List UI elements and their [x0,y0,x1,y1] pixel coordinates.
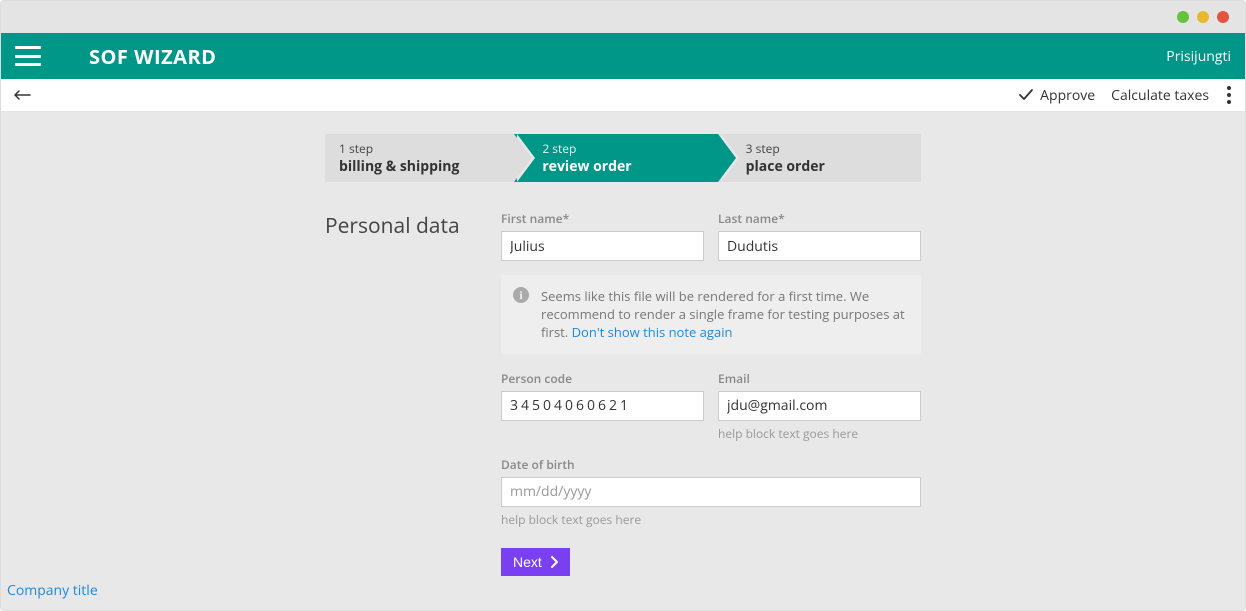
last-name-input[interactable] [718,231,921,261]
info-icon: i [513,287,529,303]
approve-button[interactable]: Approve [1018,86,1095,105]
content-area: 1 step billing & shipping 2 step review … [1,112,1245,610]
step-label: billing & shipping [339,157,504,176]
section-title: Personal data [325,210,477,576]
info-note: i Seems like this file will be rendered … [501,275,921,354]
app-header: SOF WIZARD Prisijungti [1,33,1245,79]
email-field: Email help block text goes here [718,370,921,442]
next-button-label: Next [513,554,542,570]
more-vert-icon[interactable] [1225,86,1233,104]
dob-label: Date of birth [501,456,921,473]
window-maximize-dot[interactable] [1197,11,1209,23]
dismiss-note-link[interactable]: Don't show this note again [572,323,733,341]
dob-field: Date of birth help block text goes here [501,456,921,528]
step-review-order[interactable]: 2 step review order [514,134,717,182]
step-label: review order [542,157,707,176]
window-chrome [1,1,1245,33]
toolbar: Approve Calculate taxes [1,79,1245,112]
back-arrow-icon[interactable] [13,84,31,106]
login-link[interactable]: Prisijungti [1166,47,1231,66]
form-fields: First name* Last name* i Seems like this… [501,210,921,576]
approve-label: Approve [1040,86,1095,105]
first-name-label: First name* [501,210,704,227]
app-title: SOF WIZARD [89,43,216,70]
person-code-label: Person code [501,370,704,387]
calculate-taxes-button[interactable]: Calculate taxes [1111,86,1209,105]
check-icon [1018,88,1034,102]
first-name-field: First name* [501,210,704,261]
window-minimize-dot[interactable] [1177,11,1189,23]
first-name-input[interactable] [501,231,704,261]
step-label: place order [746,157,911,176]
wizard-steps: 1 step billing & shipping 2 step review … [325,134,921,182]
email-label: Email [718,370,921,387]
step-billing-shipping[interactable]: 1 step billing & shipping [325,134,514,182]
next-button[interactable]: Next [501,548,570,576]
company-link[interactable]: Company title [7,581,98,600]
chevron-right-icon [546,554,562,570]
step-place-order[interactable]: 3 step place order [718,134,921,182]
dob-input[interactable] [501,477,921,507]
hamburger-menu-icon[interactable] [15,46,41,66]
last-name-field: Last name* [718,210,921,261]
form-section: Personal data First name* Last name* i S… [325,210,921,576]
window-close-dot[interactable] [1217,11,1229,23]
step-caption: 1 step [339,140,504,157]
person-code-input[interactable] [501,391,704,421]
email-input[interactable] [718,391,921,421]
window-controls [1177,11,1229,23]
email-help-text: help block text goes here [718,425,921,442]
dob-help-text: help block text goes here [501,511,921,528]
person-code-field: Person code [501,370,704,442]
app-window: SOF WIZARD Prisijungti Approve Calculate… [0,0,1246,611]
step-caption: 2 step [542,140,707,157]
step-caption: 3 step [746,140,911,157]
last-name-label: Last name* [718,210,921,227]
